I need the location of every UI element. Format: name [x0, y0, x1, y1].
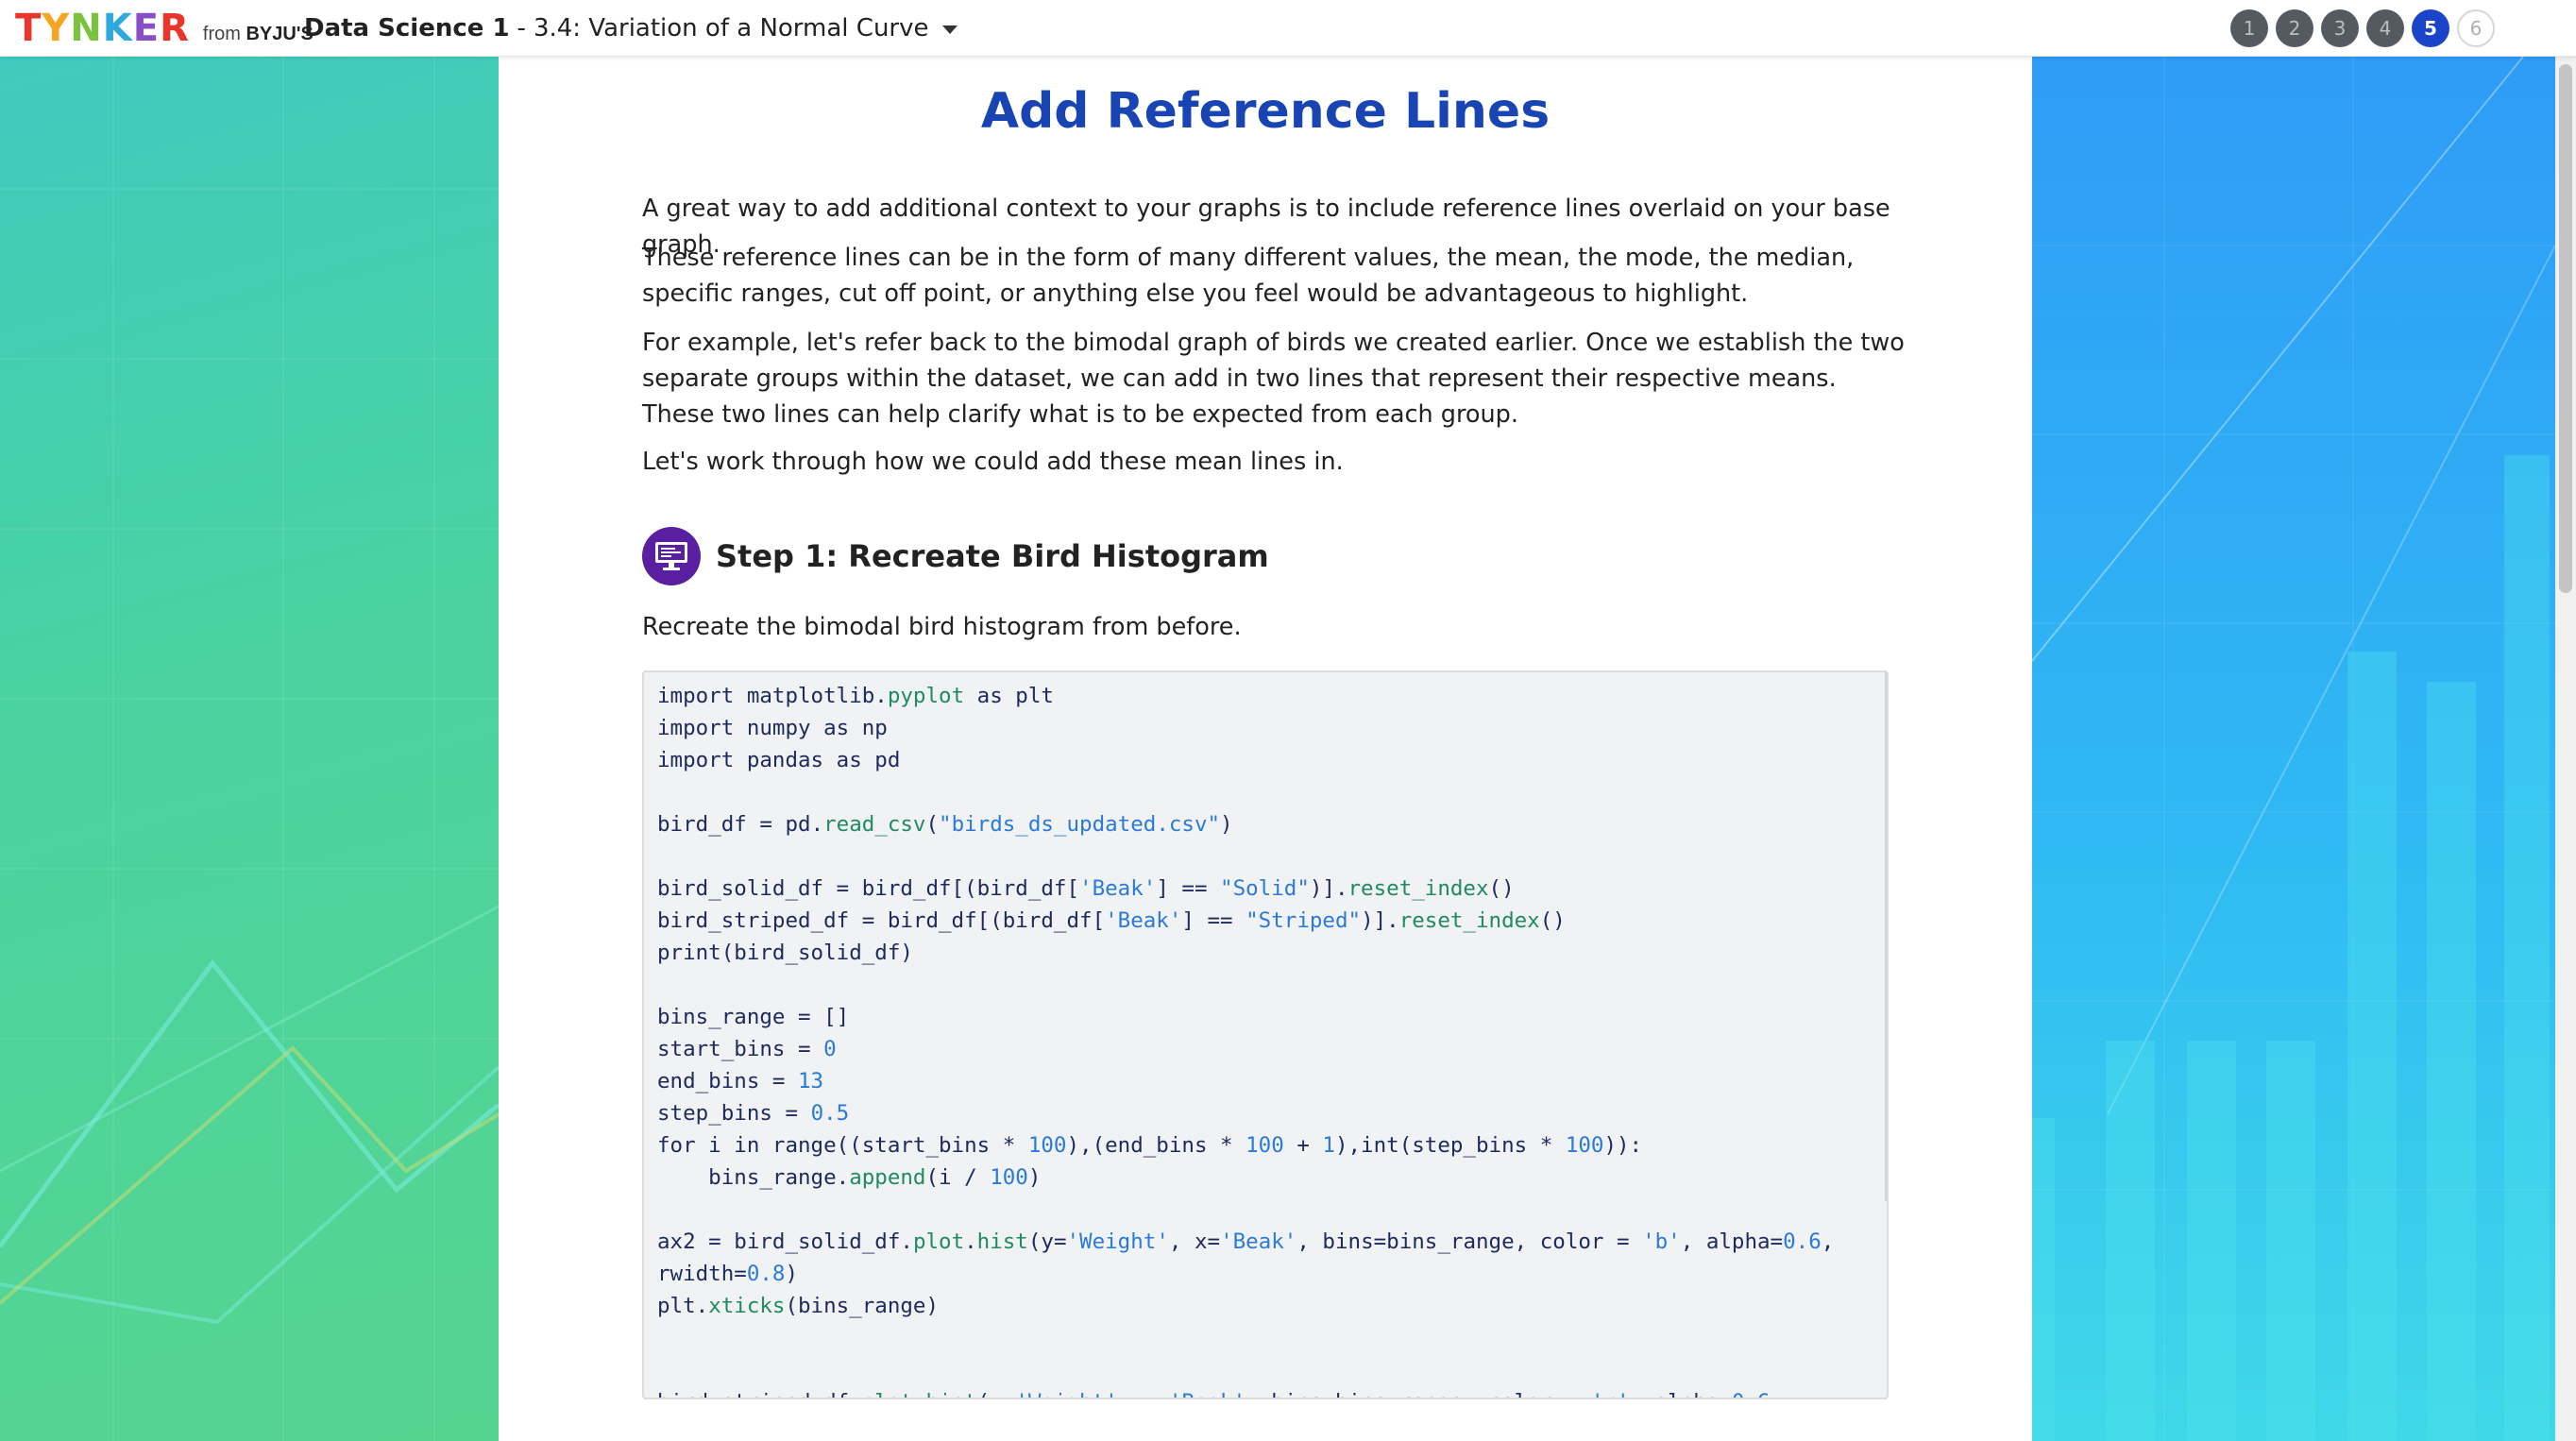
code-line: bird_solid_df = bird_df[(bird_df['Beak']… — [657, 876, 1515, 901]
page-scroll-thumb[interactable] — [2559, 64, 2572, 593]
step-5-button[interactable]: 5 — [2412, 9, 2449, 47]
code-line: ax2 = bird_solid_df.plot.hist(y='Weight'… — [657, 1229, 1835, 1254]
code-content[interactable]: import matplotlib.pyplot as plt import nu… — [657, 680, 1835, 1398]
chevron-down-icon[interactable] — [941, 25, 958, 34]
code-line: import pandas as pd — [657, 748, 901, 772]
page-scrollbar[interactable] — [2555, 57, 2576, 1441]
lesson-title-dropdown[interactable]: Data Science 1 - 3.4: Variation of a Nor… — [304, 0, 958, 57]
step-6-button[interactable]: 6 — [2457, 9, 2495, 47]
tynker-logo[interactable]: TYNKER from BYJU'S — [15, 4, 314, 53]
code-line: rwidth=0.8) — [657, 1262, 799, 1286]
logo-from: from BYJU'S — [202, 23, 314, 44]
code-editor[interactable]: import matplotlib.pyplot as plt import nu… — [642, 670, 1889, 1399]
step-description: Recreate the bimodal bird histogram from… — [642, 613, 1242, 641]
code-line: end_bins = 13 — [657, 1069, 824, 1093]
code-line: bird_striped_df = bird_df[(bird_df['Beak… — [657, 908, 1566, 933]
code-line: import numpy as np — [657, 716, 888, 740]
intro-paragraph-4: Let's work through how we could add thes… — [642, 448, 1344, 476]
course-name: Data Science 1 — [304, 14, 510, 42]
intro-paragraph-2: These reference lines can be in the form… — [642, 244, 1855, 308]
step-heading: Step 1: Recreate Bird Histogram — [642, 527, 1269, 585]
right-decorative-panel — [2032, 57, 2555, 1441]
title-separator: - — [517, 14, 526, 42]
code-line: for i in range((start_bins * 100),(end_b… — [657, 1133, 1643, 1158]
code-line: import matplotlib.pyplot as plt — [657, 684, 1054, 708]
page-title: Add Reference Lines — [980, 83, 1551, 140]
lesson-name: 3.4: Variation of a Normal Curve — [533, 14, 929, 42]
left-decorative-panel — [0, 57, 499, 1441]
code-line: bird_striped_df.plot.hist(y='Weight', x=… — [657, 1386, 1834, 1398]
step-4-button[interactable]: 4 — [2366, 9, 2404, 47]
lesson-content: Add Reference Lines A great way to add a… — [499, 57, 2032, 1441]
step-3-button[interactable]: 3 — [2321, 9, 2359, 47]
top-bar: TYNKER from BYJU'S Data Science 1 - 3.4:… — [0, 0, 2576, 57]
step-title: Step 1: Recreate Bird Histogram — [716, 538, 1269, 574]
code-line: bins_range.append(i / 100) — [657, 1165, 1042, 1190]
code-scrollbar[interactable] — [1885, 672, 1887, 1201]
code-line: bins_range = [] — [657, 1005, 850, 1029]
logo-wordmark: TYNKER — [15, 7, 190, 50]
intro-paragraph-3: For example, let's refer back to the bim… — [642, 329, 1905, 429]
left-background-art — [0, 57, 499, 1441]
code-line: step_bins = 0.5 — [657, 1101, 850, 1126]
right-background-art — [2032, 57, 2555, 1441]
code-line: start_bins = 0 — [657, 1037, 837, 1061]
code-line: print(bird_solid_df) — [657, 941, 913, 965]
step-navigation: 1 2 3 4 5 6 — [2230, 9, 2495, 47]
computer-monitor-icon — [642, 527, 701, 585]
step-1-button[interactable]: 1 — [2230, 9, 2268, 47]
step-2-button[interactable]: 2 — [2276, 9, 2313, 47]
code-line: plt.xticks(bins_range) — [657, 1294, 940, 1318]
code-line: bird_df = pd.read_csv("birds_ds_updated.… — [657, 812, 1233, 837]
